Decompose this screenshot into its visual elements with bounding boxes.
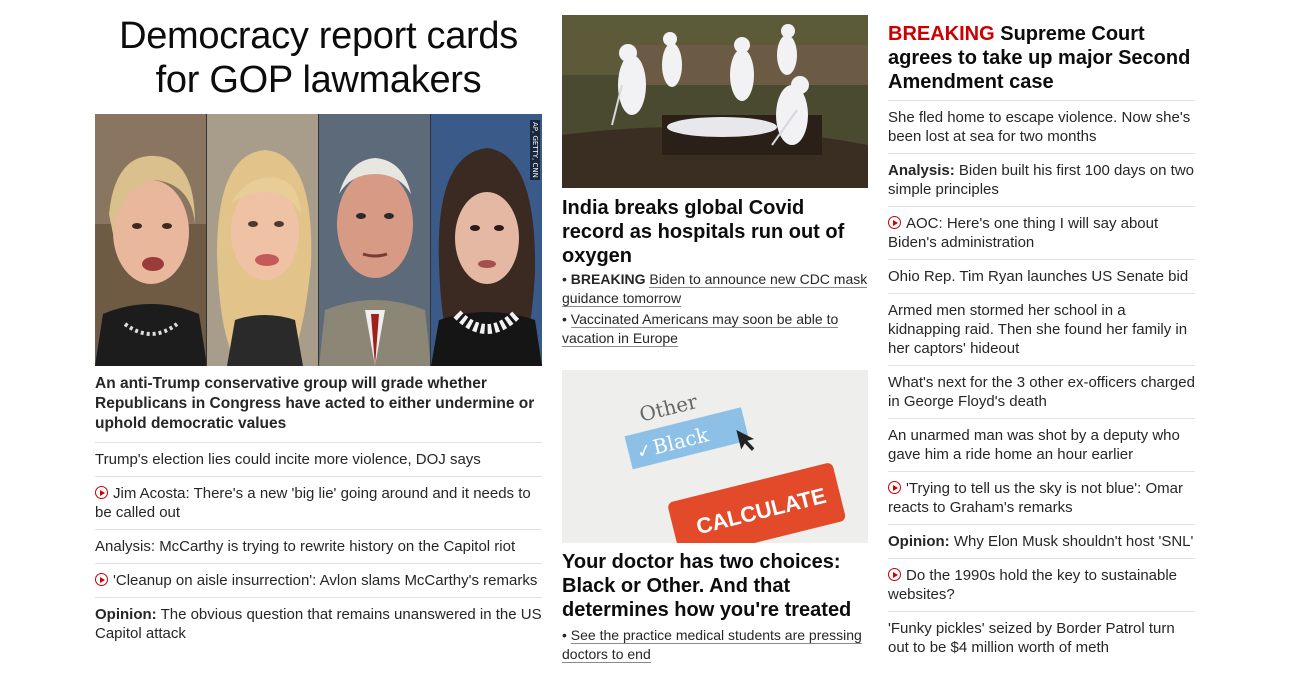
portrait-4: AP, GETTY, CNN — [431, 114, 542, 366]
list-item-text: 'Cleanup on aisle insurrection': Avlon s… — [113, 572, 538, 589]
list-item-text: She fled home to escape violence. Now sh… — [888, 109, 1191, 145]
breaking-label: BREAKING — [888, 23, 995, 45]
bullet-link[interactable]: • Vaccinated Americans may soon be able … — [562, 310, 868, 348]
list-item[interactable]: Analysis: McCarthy is trying to rewrite … — [95, 530, 542, 564]
list-item-prefix: Opinion: — [95, 606, 157, 623]
headline-list-left: Trump's election lies could incite more … — [95, 443, 542, 650]
list-item[interactable]: Ohio Rep. Tim Ryan launches US Senate bi… — [888, 260, 1195, 294]
list-item-text: Ohio Rep. Tim Ryan launches US Senate bi… — [888, 268, 1189, 285]
list-item[interactable]: An unarmed man was shot by a deputy who … — [888, 419, 1195, 472]
middle-column: India breaks global Covid record as hosp… — [562, 0, 868, 664]
hero-image[interactable]: AP, GETTY, CNN — [95, 114, 542, 366]
list-item-text: AOC: Here's one thing I will say about B… — [888, 215, 1159, 251]
list-item-text: 'Trying to tell us the sky is not blue':… — [888, 480, 1183, 516]
list-item-text: Jim Acosta: There's a new 'big lie' goin… — [95, 485, 531, 521]
portrait-2 — [207, 114, 319, 366]
bullet-link-text: Vaccinated Americans may soon be able to… — [562, 311, 839, 347]
list-item-text: The obvious question that remains unansw… — [95, 606, 542, 642]
list-item[interactable]: She fled home to escape violence. Now sh… — [888, 101, 1195, 154]
list-item[interactable]: Do the 1990s hold the key to sustainable… — [888, 559, 1195, 612]
bullet-link-text: See the practice medical students are pr… — [562, 627, 862, 663]
list-item[interactable]: Jim Acosta: There's a new 'big lie' goin… — [95, 477, 542, 530]
list-item[interactable]: Trump's election lies could incite more … — [95, 443, 542, 477]
bullet-link[interactable]: • See the practice medical students are … — [562, 626, 868, 664]
list-item[interactable]: 'Funky pickles' seized by Border Patrol … — [888, 612, 1195, 664]
list-item-prefix: Analysis: — [888, 162, 955, 179]
hero-subheadline[interactable]: An anti-Trump conservative group will gr… — [95, 374, 542, 443]
india-story-title[interactable]: India breaks global Covid record as hosp… — [562, 196, 868, 268]
list-item[interactable]: AOC: Here's one thing I will say about B… — [888, 207, 1195, 260]
list-item-text: An unarmed man was shot by a deputy who … — [888, 427, 1180, 463]
bullet-link[interactable]: • BREAKING Biden to announce new CDC mas… — [562, 270, 868, 308]
list-item-text: 'Funky pickles' seized by Border Patrol … — [888, 620, 1175, 656]
list-item-text: Do the 1990s hold the key to sustainable… — [888, 567, 1178, 603]
play-video-icon — [888, 481, 901, 494]
play-video-icon — [888, 568, 901, 581]
list-item-text: Why Elon Musk shouldn't host 'SNL' — [953, 533, 1194, 550]
right-column: BREAKING Supreme Court agrees to take up… — [888, 0, 1195, 664]
list-item[interactable]: Analysis: Biden built his first 100 days… — [888, 154, 1195, 207]
doctor-form-image[interactable]: Other Black ✓ CALCULATE — [562, 370, 868, 543]
photo-credit: AP, GETTY, CNN — [530, 120, 540, 180]
list-item[interactable]: Opinion: The obvious question that remai… — [95, 598, 542, 650]
list-item-text: Armed men stormed her school in a kidnap… — [888, 302, 1188, 357]
list-item-text: Analysis: McCarthy is trying to rewrite … — [95, 538, 516, 555]
portrait-3 — [319, 114, 431, 366]
play-video-icon — [95, 486, 108, 499]
list-item[interactable]: Armed men stormed her school in a kidnap… — [888, 294, 1195, 366]
play-video-icon — [888, 216, 901, 229]
headline-list-right: She fled home to escape violence. Now sh… — [888, 101, 1195, 664]
hero-headline[interactable]: Democracy report cards for GOP lawmakers — [95, 14, 542, 102]
breaking-label: BREAKING — [570, 271, 646, 287]
doctor-story-title[interactable]: Your doctor has two choices: Black or Ot… — [562, 550, 868, 622]
left-column: Democracy report cards for GOP lawmakers — [95, 0, 542, 650]
list-item-text: What's next for the 3 other ex-officers … — [888, 374, 1195, 410]
list-item[interactable]: What's next for the 3 other ex-officers … — [888, 366, 1195, 419]
india-covid-image[interactable] — [562, 15, 868, 188]
portrait-1 — [95, 114, 207, 366]
list-item[interactable]: 'Trying to tell us the sky is not blue':… — [888, 472, 1195, 525]
list-item-prefix: Opinion: — [888, 533, 950, 550]
breaking-headline[interactable]: BREAKING Supreme Court agrees to take up… — [888, 22, 1195, 101]
list-item-text: Trump's election lies could incite more … — [95, 451, 481, 468]
play-video-icon — [95, 573, 108, 586]
list-item[interactable]: Opinion: Why Elon Musk shouldn't host 'S… — [888, 525, 1195, 559]
list-item[interactable]: 'Cleanup on aisle insurrection': Avlon s… — [95, 564, 542, 598]
